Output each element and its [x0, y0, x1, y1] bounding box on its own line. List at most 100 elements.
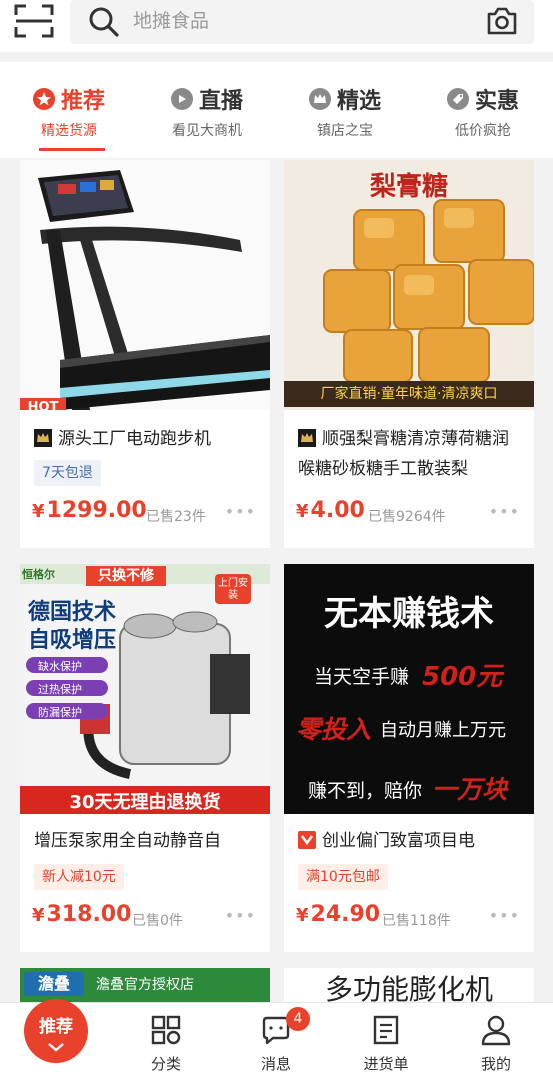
crown-badge-icon	[34, 429, 52, 447]
tag-icon	[446, 88, 469, 110]
price-value: 318.00	[46, 902, 132, 927]
product-name[interactable]: 创业偏门致富项目电	[298, 826, 524, 856]
image-line: 只换不修	[86, 566, 166, 586]
product-price: ¥318.00	[32, 902, 131, 927]
product-card[interactable]: HOT 源头工厂电动跑步机 7天包退 ¥1299.00 已售23件 •••	[20, 160, 270, 548]
product-name[interactable]: 增压泵家用全自动静音自	[34, 826, 260, 856]
product-sold: 已售0件	[132, 913, 183, 929]
currency-symbol: ¥	[296, 501, 309, 522]
brand-logo: 恒格尔	[22, 568, 55, 581]
nav-profile[interactable]: 我的	[446, 1003, 546, 1077]
tab-live[interactable]: 直播 看见大商机	[142, 82, 272, 150]
chevron-down-icon	[48, 1043, 64, 1052]
nav-label: 推荐	[39, 1017, 73, 1037]
product-price: ¥4.00	[296, 498, 365, 523]
image-line: 赚不到，赔你	[308, 780, 423, 802]
product-name[interactable]: 源头工厂电动跑步机	[34, 424, 260, 454]
product-card[interactable]: 恒格尔 只换不修 德国技术 自吸增压 缺水保护 过热保护 防漏保护 30天无理由…	[20, 564, 270, 952]
nav-messages[interactable]: 消息 4	[226, 1003, 326, 1077]
price-value: 24.90	[310, 902, 381, 927]
image-line: 自动月赚上万元	[380, 720, 506, 741]
image-line: 防漏保护	[38, 706, 82, 719]
image-line: 30天无理由退换货	[69, 792, 221, 813]
crown-icon	[308, 88, 331, 110]
tab-title: 精选	[336, 89, 381, 114]
message-count-badge: 4	[286, 1007, 310, 1031]
tab-recommend[interactable]: 推荐 精选货源	[4, 82, 134, 151]
image-line: 一万块	[432, 775, 508, 804]
nav-label: 消息	[260, 1055, 291, 1073]
image-line: 无本赚钱术	[324, 594, 494, 634]
image-line: 当天空手赚	[314, 666, 410, 688]
currency-symbol: ¥	[32, 501, 45, 522]
shop-badge-icon	[298, 831, 316, 849]
more-icon[interactable]: •••	[225, 906, 256, 925]
treadmill-image	[20, 160, 270, 410]
category-grid-icon	[151, 1015, 181, 1045]
tab-subtitle: 镇店之宝	[317, 123, 373, 139]
purchase-list-icon	[373, 1015, 399, 1045]
user-icon	[481, 1015, 511, 1046]
shop-name: 澹叠官方授权店	[96, 977, 194, 993]
product-image[interactable]: 恒格尔 只换不修 德国技术 自吸增压 缺水保护 过热保护 防漏保护 30天无理由…	[20, 564, 270, 814]
nav-label: 我的	[480, 1055, 511, 1073]
search-icon	[89, 7, 119, 37]
tab-active-indicator	[39, 148, 105, 151]
product-name-text: 增压泵家用全自动静音自	[34, 831, 221, 851]
product-tag: 满10元包邮	[298, 864, 388, 890]
product-name-text: 源头工厂电动跑步机	[58, 429, 211, 449]
nav-category[interactable]: 分类	[116, 1003, 216, 1077]
camera-icon[interactable]	[486, 6, 518, 36]
top-bar: 地摊食品	[0, 0, 553, 52]
bottom-nav: 推荐 分类 消息 4 进货单 我的	[0, 999, 553, 1077]
tab-title: 推荐	[60, 89, 105, 114]
product-image[interactable]: HOT	[20, 160, 270, 410]
currency-symbol: ¥	[296, 905, 309, 926]
image-line: 缺水保护	[38, 660, 82, 673]
more-icon[interactable]: •••	[489, 502, 520, 521]
image-title: 梨膏糖	[369, 172, 448, 202]
product-price: ¥24.90	[296, 902, 380, 927]
product-image[interactable]: 梨膏糖 厂家直销·童年味道·清凉爽口	[284, 160, 534, 410]
image-line: 上门安装	[218, 578, 248, 601]
search-placeholder[interactable]: 地摊食品	[133, 8, 209, 34]
image-banner: 厂家直销·童年味道·清凉爽口	[284, 381, 534, 407]
live-icon	[170, 88, 193, 110]
app-screen: 地摊食品 推荐 精选货源 直播 看见大商机 精选 镇店之宝 实惠 低价疯抢 HO…	[0, 0, 553, 1077]
star-icon	[32, 88, 55, 110]
crown-badge-icon	[298, 429, 316, 447]
scan-icon[interactable]	[14, 3, 54, 39]
currency-symbol: ¥	[32, 905, 45, 926]
price-value: 4.00	[310, 498, 365, 523]
product-image[interactable]: 无本赚钱术 当天空手赚 500元 零投入 自动月赚上万元 赚不到，赔你 一万块	[284, 564, 534, 814]
nav-purchase-list[interactable]: 进货单	[336, 1003, 436, 1077]
image-line: 500元	[422, 662, 503, 692]
category-tabs: 推荐 精选货源 直播 看见大商机 精选 镇店之宝 实惠 低价疯抢	[0, 62, 553, 158]
price-value: 1299.00	[46, 498, 147, 523]
product-sold: 已售118件	[382, 913, 451, 929]
image-line: 零投入	[296, 715, 372, 744]
tab-title: 直播	[198, 89, 243, 114]
more-icon[interactable]: •••	[489, 906, 520, 925]
tab-subtitle: 低价疯抢	[455, 123, 511, 139]
more-icon[interactable]: •••	[225, 502, 256, 521]
product-name[interactable]: 顺强梨膏糖清凉薄荷糖润喉糖砂板糖手工散装梨	[298, 424, 524, 486]
product-name-text: 创业偏门致富项目电	[322, 831, 475, 851]
product-card[interactable]: 梨膏糖 厂家直销·童年味道·清凉爽口 顺强梨膏糖清凉薄荷糖润喉糖砂板糖手工散装梨…	[284, 160, 534, 548]
hot-badge: HOT	[20, 398, 66, 410]
product-card[interactable]: 无本赚钱术 当天空手赚 500元 零投入 自动月赚上万元 赚不到，赔你 一万块 …	[284, 564, 534, 952]
image-line: 自吸增压	[28, 628, 117, 653]
tab-subtitle: 精选货源	[41, 123, 97, 139]
tab-deals[interactable]: 实惠 低价疯抢	[418, 82, 548, 150]
image-line: 过热保护	[38, 683, 82, 696]
tab-featured[interactable]: 精选 镇店之宝	[280, 82, 410, 150]
nav-label: 进货单	[363, 1055, 409, 1073]
tab-title: 实惠	[474, 89, 519, 114]
product-sold: 已售23件	[146, 509, 206, 525]
product-name-text: 顺强梨膏糖清凉薄荷糖润喉糖砂板糖手工散装梨	[298, 429, 509, 479]
nav-label: 分类	[150, 1055, 181, 1073]
nav-recommend[interactable]: 推荐	[24, 999, 88, 1063]
search-box[interactable]: 地摊食品	[70, 0, 534, 44]
product-tag: 7天包退	[34, 460, 101, 486]
tab-subtitle: 看见大商机	[172, 123, 242, 139]
